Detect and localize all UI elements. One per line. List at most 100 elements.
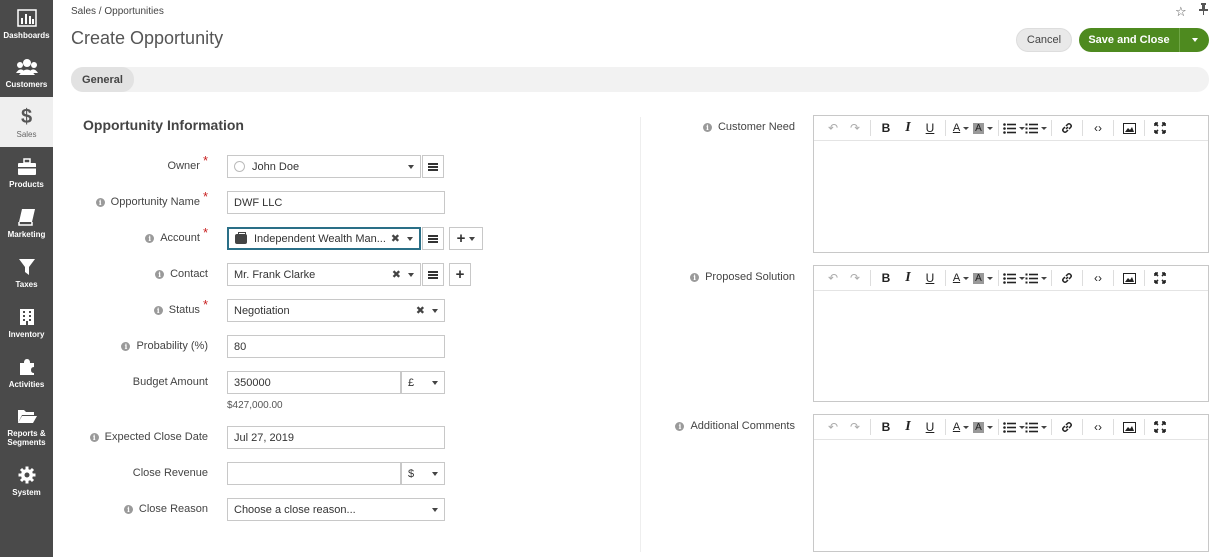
sidebar-item-marketing[interactable]: Marketing — [0, 197, 53, 247]
bold-icon[interactable]: B — [875, 119, 897, 137]
bold-icon[interactable]: B — [875, 269, 897, 287]
bullet-list-icon[interactable] — [1003, 418, 1025, 436]
italic-icon[interactable]: I — [897, 269, 919, 287]
info-icon: i — [690, 272, 700, 282]
text-color-icon[interactable]: A — [950, 269, 972, 287]
sidebar-item-taxes[interactable]: Taxes — [0, 247, 53, 297]
underline-icon[interactable]: U — [919, 418, 941, 436]
image-icon[interactable] — [1118, 418, 1140, 436]
budget-amount-input[interactable]: 350000 — [227, 371, 401, 394]
contact-add-button[interactable]: + — [449, 263, 471, 286]
fullscreen-icon[interactable] — [1149, 269, 1171, 287]
star-icon[interactable]: ☆ — [1175, 4, 1187, 20]
probability-input[interactable]: 80 — [227, 335, 445, 358]
clear-icon[interactable]: ✖ — [416, 304, 425, 317]
clear-icon[interactable]: ✖ — [392, 268, 401, 281]
building-icon — [19, 306, 35, 328]
text-color-icon[interactable]: A — [950, 119, 972, 137]
list-icon — [428, 162, 438, 171]
code-icon[interactable]: ‹› — [1087, 418, 1109, 436]
opportunity-name-input[interactable]: DWF LLC — [227, 191, 445, 214]
account-list-button[interactable] — [422, 227, 444, 250]
background-color-icon[interactable]: A — [972, 119, 994, 137]
proposed-solution-editor[interactable]: ↶ ↷ B I U A A ‹› — [813, 265, 1209, 402]
main-sidebar: Dashboards Customers $ Sales Products Ma… — [0, 0, 53, 557]
caret-down-icon — [407, 236, 413, 241]
close-revenue-currency-select[interactable]: $ — [401, 462, 445, 485]
code-icon[interactable]: ‹› — [1087, 119, 1109, 137]
fullscreen-icon[interactable] — [1149, 418, 1171, 436]
fullscreen-icon[interactable] — [1149, 119, 1171, 137]
required-marker: * — [202, 189, 208, 204]
undo-icon[interactable]: ↶ — [822, 269, 844, 287]
italic-icon[interactable]: I — [897, 119, 919, 137]
background-color-icon[interactable]: A — [972, 418, 994, 436]
contact-label: i Contact — [155, 263, 208, 285]
sidebar-item-label: Activities — [8, 379, 45, 389]
sidebar-item-activities[interactable]: Activities — [0, 347, 53, 397]
additional-comments-editor[interactable]: ↶ ↷ B I U A A ‹› — [813, 414, 1209, 552]
background-color-icon[interactable]: A — [972, 269, 994, 287]
undo-icon[interactable]: ↶ — [822, 418, 844, 436]
caret-down-icon — [469, 236, 476, 241]
budget-currency-select[interactable]: £ — [401, 371, 445, 394]
close-revenue-input[interactable] — [227, 462, 401, 485]
sidebar-item-label: Inventory — [8, 329, 45, 339]
image-icon[interactable] — [1118, 269, 1140, 287]
save-options-dropdown[interactable] — [1179, 28, 1209, 52]
link-icon[interactable] — [1056, 119, 1078, 137]
info-icon: i — [89, 432, 99, 442]
sidebar-item-customers[interactable]: Customers — [0, 47, 53, 97]
redo-icon[interactable]: ↷ — [844, 119, 866, 137]
cancel-button[interactable]: Cancel — [1016, 28, 1072, 52]
redo-icon[interactable]: ↷ — [844, 418, 866, 436]
sidebar-item-sales[interactable]: $ Sales — [0, 97, 53, 147]
sidebar-item-reports[interactable]: Reports & Segments — [0, 397, 53, 455]
probability-label: i Probability (%) — [121, 335, 208, 357]
account-create-button[interactable]: + — [449, 227, 483, 250]
code-icon[interactable]: ‹› — [1087, 269, 1109, 287]
save-and-close-button[interactable]: Save and Close — [1079, 28, 1179, 52]
sidebar-item-dashboards[interactable]: Dashboards — [0, 0, 53, 47]
info-icon: i — [145, 233, 155, 243]
underline-icon[interactable]: U — [919, 269, 941, 287]
required-marker: * — [202, 297, 208, 312]
account-select[interactable]: Independent Wealth Man... ✖ — [227, 227, 421, 250]
info-icon: i — [153, 305, 163, 315]
numbered-list-icon[interactable] — [1025, 418, 1047, 436]
info-icon: i — [123, 504, 133, 514]
link-icon[interactable] — [1056, 269, 1078, 287]
breadcrumb[interactable]: Sales / Opportunities — [71, 6, 164, 17]
link-icon[interactable] — [1056, 418, 1078, 436]
italic-icon[interactable]: I — [897, 418, 919, 436]
sidebar-item-inventory[interactable]: Inventory — [0, 297, 53, 347]
gear-icon — [18, 464, 36, 486]
dollar-icon: $ — [20, 105, 33, 128]
expected-close-date-input[interactable]: Jul 27, 2019 — [227, 426, 445, 449]
contact-list-button[interactable] — [422, 263, 444, 286]
owner-select[interactable]: John Doe — [227, 155, 421, 178]
sidebar-item-system[interactable]: System — [0, 455, 53, 505]
bullet-list-icon[interactable] — [1003, 119, 1025, 137]
redo-icon[interactable]: ↷ — [844, 269, 866, 287]
status-select[interactable]: Negotiation ✖ — [227, 299, 445, 322]
owner-label: Owner * — [167, 153, 208, 172]
close-reason-label: i Close Reason — [123, 498, 208, 520]
image-icon[interactable] — [1118, 119, 1140, 137]
pin-icon[interactable] — [1199, 3, 1208, 18]
close-reason-select[interactable]: Choose a close reason... — [227, 498, 445, 521]
contact-select[interactable]: Mr. Frank Clarke ✖ — [227, 263, 421, 286]
owner-list-button[interactable] — [422, 155, 444, 178]
bold-icon[interactable]: B — [875, 418, 897, 436]
tab-general[interactable]: General — [71, 67, 134, 92]
text-color-icon[interactable]: A — [950, 418, 972, 436]
bullet-list-icon[interactable] — [1003, 269, 1025, 287]
customer-need-editor[interactable]: ↶ ↷ B I U A A ‹› — [813, 115, 1209, 253]
numbered-list-icon[interactable] — [1025, 269, 1047, 287]
sidebar-item-products[interactable]: Products — [0, 147, 53, 197]
caret-down-icon — [408, 164, 414, 169]
underline-icon[interactable]: U — [919, 119, 941, 137]
clear-icon[interactable]: ✖ — [391, 232, 400, 245]
numbered-list-icon[interactable] — [1025, 119, 1047, 137]
undo-icon[interactable]: ↶ — [822, 119, 844, 137]
